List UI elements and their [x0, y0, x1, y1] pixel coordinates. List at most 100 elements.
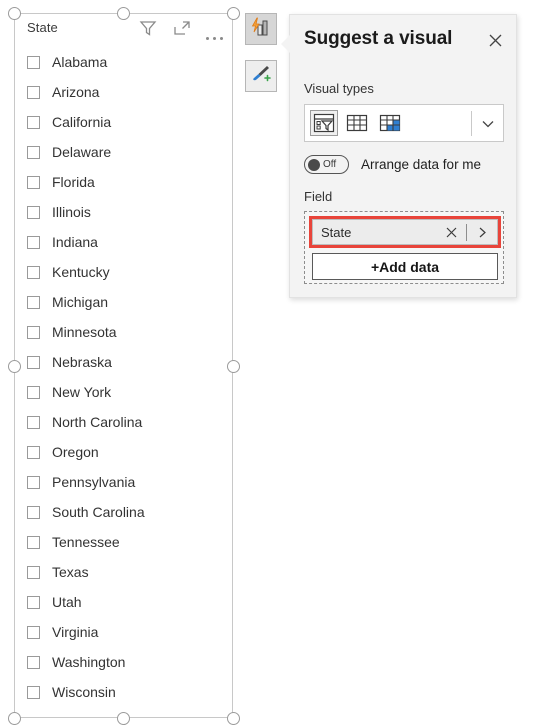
suggest-a-visual-panel[interactable]: Suggest a visual Visual types Off Arrang… [281, 14, 517, 298]
slicer-item-checkbox[interactable] [27, 445, 40, 459]
suggest-visual-icon [250, 16, 272, 43]
slicer-item-label: South Carolina [52, 504, 145, 520]
slicer-item-checkbox[interactable] [27, 625, 40, 639]
matrix-visual-type-icon[interactable] [376, 110, 404, 136]
slicer-item[interactable]: Delaware [15, 137, 234, 167]
slicer-item-checkbox[interactable] [27, 115, 40, 129]
slicer-item[interactable]: Utah [15, 587, 234, 617]
slicer-visual-type-icon[interactable] [310, 110, 338, 136]
table-visual-type-icon[interactable] [343, 110, 371, 136]
resize-handle-bottom-center[interactable] [117, 712, 130, 725]
arrange-data-label: Arrange data for me [361, 157, 482, 172]
slicer-item[interactable]: Minnesota [15, 317, 234, 347]
slicer-item-checkbox[interactable] [27, 565, 40, 579]
slicer-item[interactable]: Tennessee [15, 527, 234, 557]
slicer-item[interactable]: Michigan [15, 287, 234, 317]
slicer-item-label: Pennsylvania [52, 474, 136, 490]
paintbrush-add-icon [250, 63, 272, 90]
resize-handle-bottom-right[interactable] [227, 712, 240, 725]
slicer-item[interactable]: North Carolina [15, 407, 234, 437]
slicer-item[interactable]: Wisconsin [15, 677, 234, 707]
slicer-item-checkbox[interactable] [27, 235, 40, 249]
slicer-item-checkbox[interactable] [27, 475, 40, 489]
slicer-item-label: Tennessee [52, 534, 120, 550]
field-dropzone[interactable]: State +Add data [304, 211, 504, 284]
resize-handle-middle-right[interactable] [227, 360, 240, 373]
slicer-item[interactable]: California [15, 107, 234, 137]
slicer-item-label: Wisconsin [52, 684, 116, 700]
slicer-item-checkbox[interactable] [27, 385, 40, 399]
field-pill-highlight: State [309, 216, 501, 248]
close-icon[interactable] [441, 222, 461, 242]
slicer-item-checkbox[interactable] [27, 85, 40, 99]
field-label: Field [304, 189, 333, 204]
slicer-item-checkbox[interactable] [27, 265, 40, 279]
resize-handle-bottom-left[interactable] [8, 712, 21, 725]
slicer-item[interactable]: Pennsylvania [15, 467, 234, 497]
visual-types-label: Visual types [304, 81, 374, 96]
resize-handle-top-center[interactable] [117, 7, 130, 20]
slicer-item-checkbox[interactable] [27, 535, 40, 549]
slicer-item-checkbox[interactable] [27, 685, 40, 699]
slicer-item[interactable]: Washington [15, 647, 234, 677]
suggest-visual-button[interactable] [245, 13, 277, 45]
resize-handle-top-right[interactable] [227, 7, 240, 20]
arrange-data-toggle[interactable]: Off [304, 155, 349, 174]
field-pill-state[interactable]: State [312, 219, 498, 245]
chevron-down-icon[interactable] [477, 114, 499, 134]
slicer-item-label: Kentucky [52, 264, 110, 280]
more-dot [213, 37, 216, 40]
slicer-item-label: Alabama [52, 54, 108, 70]
slicer-item[interactable]: South Carolina [15, 497, 234, 527]
slicer-item-checkbox[interactable] [27, 55, 40, 69]
slicer-item[interactable]: Alabama [15, 47, 234, 77]
filter-icon[interactable] [138, 18, 158, 43]
slicer-item-checkbox[interactable] [27, 505, 40, 519]
slicer-visual[interactable]: State Alabama Arizona California Delaware Fl… [14, 13, 233, 718]
slicer-item-label: Michigan [52, 294, 109, 310]
slicer-title: State [27, 20, 58, 35]
slicer-item-checkbox[interactable] [27, 595, 40, 609]
slicer-item-label: Virginia [52, 624, 99, 640]
slicer-item-label: Texas [52, 564, 89, 580]
slicer-item[interactable]: Oregon [15, 437, 234, 467]
slicer-item-label: Florida [52, 174, 95, 190]
add-data-button[interactable]: +Add data [312, 253, 498, 280]
slicer-item-list[interactable]: Alabama Arizona California Delaware Florida I… [15, 47, 234, 707]
slicer-item[interactable]: Florida [15, 167, 234, 197]
slicer-item-label: Oregon [52, 444, 99, 460]
slicer-item-checkbox[interactable] [27, 145, 40, 159]
panel-callout-tail [281, 35, 290, 53]
slicer-item-checkbox[interactable] [27, 325, 40, 339]
more-dot [206, 37, 209, 40]
slicer-item[interactable]: Kentucky [15, 257, 234, 287]
slicer-item-label: Nebraska [52, 354, 112, 370]
slicer-item-checkbox[interactable] [27, 415, 40, 429]
slicer-item[interactable]: Indiana [15, 227, 234, 257]
slicer-item-checkbox[interactable] [27, 355, 40, 369]
resize-handle-middle-left[interactable] [8, 360, 21, 373]
slicer-item[interactable]: Virginia [15, 617, 234, 647]
slicer-item-checkbox[interactable] [27, 655, 40, 669]
arrange-data-row[interactable]: Off Arrange data for me [304, 155, 481, 174]
toggle-state-label: Off [323, 159, 337, 170]
focus-mode-icon[interactable] [172, 18, 192, 43]
slicer-item-label: Washington [52, 654, 126, 670]
more-options-icon[interactable] [206, 19, 232, 40]
format-visual-button[interactable] [245, 60, 277, 92]
slicer-item-label: Delaware [52, 144, 112, 160]
slicer-item[interactable]: Arizona [15, 77, 234, 107]
resize-handle-top-left[interactable] [8, 7, 21, 20]
slicer-item[interactable]: Texas [15, 557, 234, 587]
slicer-item-checkbox[interactable] [27, 295, 40, 309]
slicer-item[interactable]: New York [15, 377, 234, 407]
chevron-right-icon[interactable] [472, 222, 492, 242]
slicer-item-checkbox[interactable] [27, 205, 40, 219]
slicer-item-checkbox[interactable] [27, 175, 40, 189]
slicer-item-label: Utah [52, 594, 82, 610]
slicer-item[interactable]: Illinois [15, 197, 234, 227]
toggle-knob [308, 158, 320, 171]
close-icon[interactable] [482, 27, 508, 53]
slicer-item[interactable]: Nebraska [15, 347, 234, 377]
visual-types-selector[interactable] [304, 104, 504, 142]
